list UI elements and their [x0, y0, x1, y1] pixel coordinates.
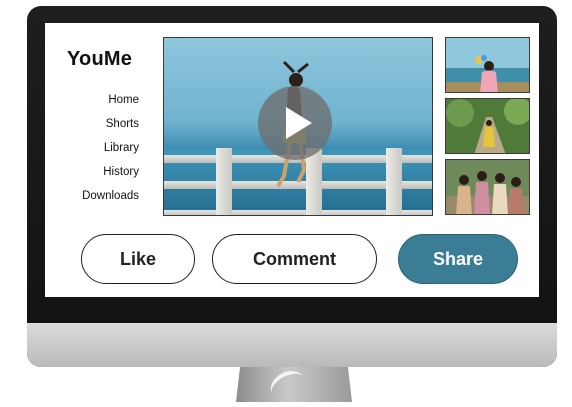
- sidebar-item-history[interactable]: History: [82, 164, 139, 188]
- sidebar-item-shorts[interactable]: Shorts: [82, 116, 139, 140]
- play-button[interactable]: [258, 86, 332, 160]
- play-icon: [286, 107, 312, 139]
- video-frame-post: [216, 148, 232, 215]
- comment-button[interactable]: Comment: [212, 234, 377, 284]
- sidebar-item-downloads[interactable]: Downloads: [82, 188, 139, 212]
- sidebar-item-library[interactable]: Library: [82, 140, 139, 164]
- share-button[interactable]: Share: [398, 234, 518, 284]
- video-thumbnail-3[interactable]: [445, 159, 530, 215]
- video-thumbnail-icon: [446, 160, 529, 214]
- monitor-chin: [27, 323, 557, 367]
- video-player[interactable]: [163, 37, 433, 216]
- video-frame-post: [386, 148, 402, 215]
- like-button[interactable]: Like: [81, 234, 195, 284]
- sidebar-item-home[interactable]: Home: [82, 92, 139, 116]
- app-logo: YouMe: [67, 48, 133, 70]
- video-thumbnail-2[interactable]: [445, 98, 530, 154]
- video-thumbnail-1[interactable]: [445, 37, 530, 93]
- sidebar-nav: Home Shorts Library History Downloads: [82, 92, 139, 212]
- video-thumbnail-icon: [446, 38, 529, 92]
- video-thumbnail-icon: [446, 99, 529, 153]
